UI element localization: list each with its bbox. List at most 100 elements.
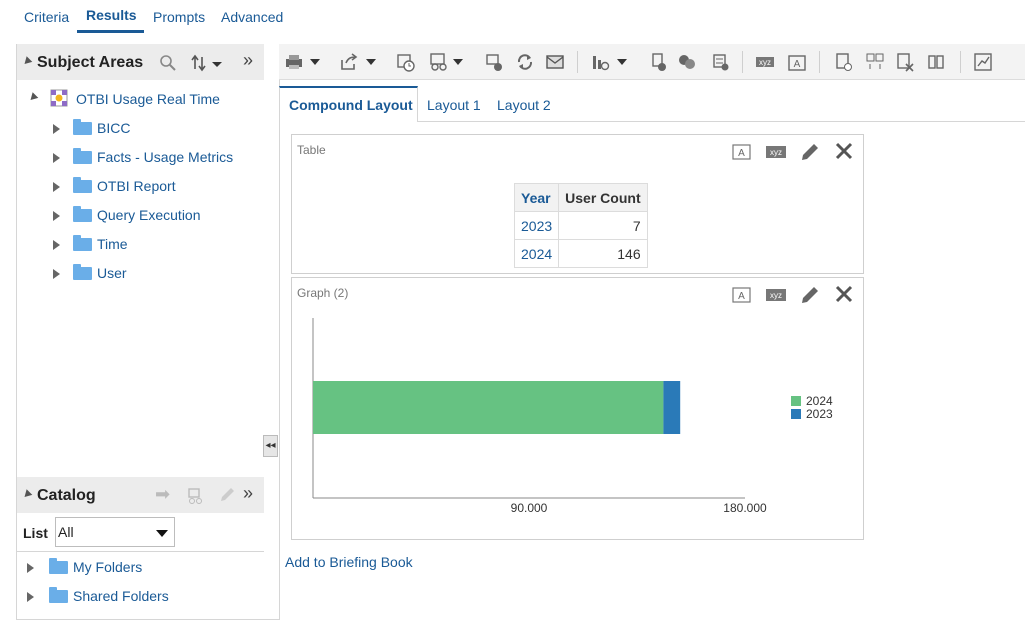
- list-select[interactable]: All: [55, 517, 175, 547]
- svg-text:xyz: xyz: [759, 58, 771, 67]
- split-icon[interactable]: [926, 52, 946, 72]
- results-toolbar: xyz A: [279, 44, 1025, 80]
- close-icon[interactable]: [835, 142, 853, 160]
- tab-divider: [418, 121, 1025, 122]
- cell-user-count: 146: [558, 239, 648, 268]
- add-view-icon[interactable]: [834, 52, 854, 72]
- tree-item-bicc[interactable]: BICC: [97, 120, 130, 136]
- refresh-icon[interactable]: [515, 52, 535, 72]
- search-icon[interactable]: [159, 54, 177, 72]
- collapse-splitter-icon[interactable]: ◂◂: [263, 435, 278, 457]
- chevron-down-icon[interactable]: [366, 59, 376, 65]
- format-title-icon[interactable]: A: [732, 143, 752, 161]
- bar-segment-2023: [663, 381, 681, 434]
- catalog-item-shared-folders[interactable]: Shared Folders: [73, 588, 169, 604]
- expand-icon[interactable]: [27, 592, 34, 602]
- tab-results[interactable]: Results: [86, 7, 137, 23]
- cell-year[interactable]: 2023: [513, 211, 560, 240]
- tree-item-user[interactable]: User: [97, 265, 127, 281]
- chevron-down-icon[interactable]: [617, 59, 627, 65]
- tab-layout-2[interactable]: Layout 2: [497, 97, 551, 113]
- chevron-down-icon[interactable]: [453, 59, 463, 65]
- bar-chart: 90.000 180.000 20242023: [312, 318, 833, 515]
- tree-item-query-execution[interactable]: Query Execution: [97, 207, 201, 223]
- remove-view-icon[interactable]: [895, 52, 915, 72]
- cell-user-count: 7: [558, 211, 648, 240]
- folder-icon: [73, 206, 92, 222]
- export-icon[interactable]: [339, 52, 359, 72]
- expand-icon[interactable]: [53, 153, 60, 163]
- bar-segment-2024: [313, 381, 664, 434]
- table-view-title: Table: [297, 143, 326, 157]
- new-calculated-item-icon[interactable]: [649, 52, 669, 72]
- toolbar-separator: [577, 51, 578, 73]
- collapse-icon[interactable]: [21, 489, 33, 500]
- schedule-icon[interactable]: [395, 52, 415, 72]
- new-view-icon[interactable]: [590, 52, 610, 72]
- tree-item-time[interactable]: Time: [97, 236, 128, 252]
- svg-text:A: A: [738, 148, 745, 159]
- new-group-icon[interactable]: [677, 52, 697, 72]
- chart-options-icon[interactable]: [973, 52, 993, 72]
- tree-collapse-icon[interactable]: [27, 92, 39, 103]
- tree-item-facts-usage-metrics[interactable]: Facts - Usage Metrics: [97, 149, 233, 165]
- expand-pane-icon[interactable]: »: [243, 483, 253, 504]
- tree-item-otbi-report[interactable]: OTBI Report: [97, 178, 176, 194]
- svg-text:A: A: [794, 59, 801, 70]
- sort-icon[interactable]: [190, 54, 224, 72]
- tab-compound-layout[interactable]: Compound Layout: [289, 97, 413, 113]
- tab-layout-1[interactable]: Layout 1: [427, 97, 481, 113]
- folder-icon: [49, 558, 68, 574]
- xyz-icon[interactable]: xyz: [766, 145, 786, 159]
- toolbar-separator: [742, 51, 743, 73]
- collapse-icon[interactable]: [21, 56, 33, 67]
- analyze-icon[interactable]: [429, 52, 449, 72]
- x-tick-label: 180.000: [723, 501, 767, 515]
- expand-icon[interactable]: [53, 269, 60, 279]
- new-selection-step-icon[interactable]: [711, 52, 731, 72]
- svg-text:xyz: xyz: [770, 148, 782, 157]
- print-icon[interactable]: [284, 52, 304, 72]
- toolbar-separator: [960, 51, 961, 73]
- expand-icon[interactable]: [53, 240, 60, 250]
- create-agent-icon[interactable]: [484, 52, 504, 72]
- cell-year[interactable]: 2024: [513, 239, 560, 268]
- tab-prompts[interactable]: Prompts: [153, 9, 205, 25]
- table-row: 2023 7: [513, 211, 648, 240]
- subject-area-root[interactable]: OTBI Usage Real Time: [76, 91, 220, 107]
- chevron-down-icon[interactable]: [310, 59, 320, 65]
- add-to-briefing-book-link[interactable]: Add to Briefing Book: [285, 554, 413, 570]
- left-pane: Subject Areas » OTBI Usage Real Time BIC…: [16, 44, 280, 620]
- expand-pane-icon[interactable]: »: [243, 50, 253, 71]
- edit-icon[interactable]: [218, 486, 236, 504]
- x-tick-label: 90.000: [511, 501, 548, 515]
- catalog-header: Catalog ➡: [17, 477, 264, 513]
- catalog-item-my-folders[interactable]: My Folders: [73, 559, 142, 575]
- email-icon[interactable]: [545, 52, 565, 72]
- legend-label: 2024: [806, 394, 833, 408]
- expand-icon[interactable]: [53, 211, 60, 221]
- arrow-right-icon[interactable]: ➡: [155, 484, 170, 505]
- subject-area-icon: [50, 89, 68, 107]
- expand-icon[interactable]: [27, 563, 34, 573]
- legend-swatch: [791, 396, 801, 406]
- legend-swatch: [791, 409, 801, 419]
- tab-advanced[interactable]: Advanced: [221, 9, 283, 25]
- xyz-icon[interactable]: xyz: [755, 52, 775, 72]
- divider: [17, 551, 264, 552]
- expand-icon[interactable]: [53, 182, 60, 192]
- table-header-row: Year User Count: [513, 183, 648, 212]
- expand-icon[interactable]: [53, 124, 60, 134]
- column-header-user-count[interactable]: User Count: [558, 183, 648, 212]
- subject-areas-header: Subject Areas: [17, 44, 264, 80]
- column-header-year[interactable]: Year: [513, 183, 560, 212]
- open-icon[interactable]: [187, 487, 205, 505]
- compound-layout-icon[interactable]: [865, 52, 885, 72]
- folder-icon: [49, 587, 68, 603]
- folder-icon: [73, 264, 92, 280]
- edit-icon[interactable]: [800, 142, 820, 162]
- list-label: List: [23, 525, 48, 541]
- tab-criteria[interactable]: Criteria: [24, 9, 69, 25]
- table-view: Table A xyz Year User Count 2023 7 2024 …: [291, 134, 864, 274]
- title-text-icon[interactable]: A: [787, 52, 807, 72]
